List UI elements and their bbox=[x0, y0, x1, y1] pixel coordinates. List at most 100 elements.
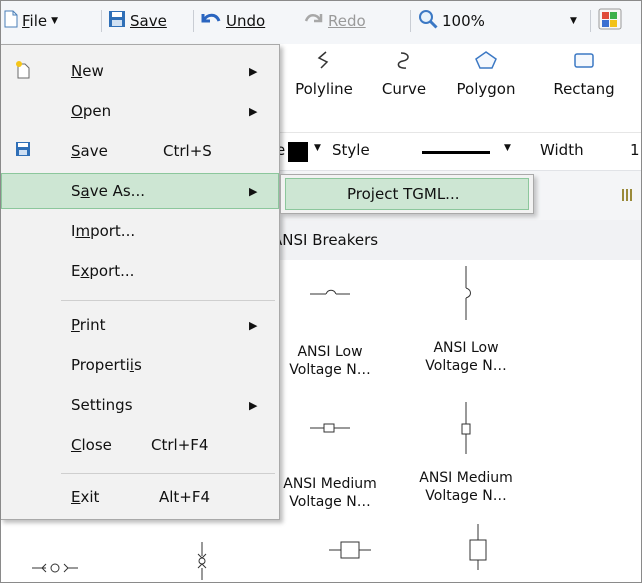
palette-symbol[interactable]: ANSI Low Voltage N… bbox=[406, 264, 526, 375]
style-dropdown-label[interactable]: Style bbox=[332, 141, 370, 159]
menu-item-label: Save As... bbox=[71, 182, 145, 200]
menu-item-label: Print bbox=[71, 316, 106, 334]
save-button-label: Save bbox=[130, 12, 167, 30]
menu-item-label: Export... bbox=[71, 262, 135, 280]
breaker-low-voltage-vertical-icon bbox=[465, 266, 471, 320]
symbol-label: ANSI Medium Voltage N… bbox=[419, 470, 513, 504]
redo-icon bbox=[304, 10, 324, 32]
polygon-icon bbox=[474, 51, 498, 74]
main-toolbar: File ▼ Save Undo Redo 100% ▼ bbox=[0, 0, 642, 45]
submenu-arrow-icon: ▶ bbox=[249, 64, 258, 78]
chevron-down-icon: ▼ bbox=[51, 16, 59, 26]
menu-item-label: Save bbox=[71, 142, 108, 160]
rectangle-label: Rectang bbox=[553, 80, 615, 98]
undo-button-label: Undo bbox=[226, 12, 266, 30]
menu-item-open[interactable]: Open ▶ bbox=[1, 93, 279, 129]
breaker-box-vertical-icon bbox=[469, 524, 487, 570]
style-row: e ▼ Style ▼ Width 1 bbox=[270, 132, 642, 171]
menu-item-save-as[interactable]: Save As... ▶ bbox=[1, 173, 279, 209]
width-value[interactable]: 1 bbox=[630, 141, 640, 159]
save-as-submenu: Project TGML... bbox=[280, 174, 534, 214]
fill-color-swatch[interactable] bbox=[288, 142, 308, 162]
symbol-label: ANSI Low Voltage N… bbox=[289, 344, 371, 378]
menu-item-print[interactable]: Print ▶ bbox=[1, 307, 279, 343]
palette-icon bbox=[598, 8, 622, 34]
palette-symbol[interactable]: ANSI Medium Voltage N… bbox=[270, 408, 390, 511]
chevron-down-icon[interactable]: ▼ bbox=[314, 143, 321, 153]
breaker-low-voltage-icon bbox=[310, 289, 350, 295]
polygon-label: Polygon bbox=[456, 80, 516, 98]
grip-icon bbox=[622, 189, 634, 201]
polygon-tool[interactable]: Polygon bbox=[446, 50, 526, 98]
menu-item-settings[interactable]: Settings ▶ bbox=[1, 387, 279, 423]
symbol-label: ANSI Low Voltage N… bbox=[425, 340, 507, 374]
document-icon bbox=[4, 10, 18, 32]
palette-symbol[interactable] bbox=[30, 554, 80, 586]
drawing-tools-row: Polyline Curve Polygon Rectang bbox=[280, 44, 642, 132]
menu-item-import[interactable]: Import... bbox=[1, 213, 279, 249]
palette-group-title: ANSI Breakers bbox=[272, 231, 379, 249]
redo-button-label: Redo bbox=[328, 12, 366, 30]
new-document-icon bbox=[15, 61, 31, 83]
save-button[interactable]: Save bbox=[108, 9, 167, 33]
menu-item-save[interactable]: Save Ctrl+S bbox=[1, 133, 279, 169]
curve-icon bbox=[394, 52, 414, 74]
menu-item-label: Exit bbox=[71, 488, 100, 506]
palette-symbol[interactable] bbox=[290, 530, 410, 575]
menu-item-project-tgml[interactable]: Project TGML... bbox=[285, 178, 529, 210]
menu-item-label: Project TGML... bbox=[347, 185, 460, 203]
palette-symbol[interactable]: ANSI Low Voltage N… bbox=[270, 274, 390, 379]
palette-symbol[interactable] bbox=[418, 522, 538, 577]
zoom-dropdown-arrow[interactable]: ▼ bbox=[570, 9, 577, 33]
floppy-disk-icon bbox=[15, 141, 31, 161]
menu-item-shortcut: Alt+F4 bbox=[159, 488, 211, 506]
file-menu-button[interactable]: File ▼ bbox=[4, 9, 58, 33]
chevron-down-icon: ▼ bbox=[570, 16, 577, 26]
menu-item-exit[interactable]: Exit Alt+F4 bbox=[1, 479, 279, 515]
menu-item-shortcut: Ctrl+F4 bbox=[151, 436, 209, 454]
menu-separator bbox=[61, 300, 275, 301]
curve-label: Curve bbox=[381, 80, 427, 98]
zoom-control[interactable]: 100% bbox=[418, 9, 485, 33]
menu-item-label: Settings bbox=[71, 396, 133, 414]
palette-symbol[interactable]: ANSI Medium Voltage N… bbox=[406, 400, 526, 505]
submenu-arrow-icon: ▶ bbox=[249, 104, 258, 118]
submenu-arrow-icon: ▶ bbox=[249, 184, 258, 198]
menu-item-label: Close bbox=[71, 436, 112, 454]
breaker-draw-out-vertical-icon bbox=[197, 542, 207, 580]
menu-item-export[interactable]: Export... bbox=[1, 253, 279, 289]
submenu-arrow-icon: ▶ bbox=[249, 398, 258, 412]
file-menu-dropdown: New ▶ Open ▶ Save Ctrl+S Save As... ▶ Im… bbox=[0, 44, 280, 520]
menu-item-label: Import... bbox=[71, 222, 136, 240]
color-picker-button[interactable] bbox=[598, 8, 622, 34]
menu-separator bbox=[61, 473, 275, 474]
rectangle-icon bbox=[572, 53, 596, 74]
polyline-tool[interactable]: Polyline bbox=[284, 50, 364, 98]
undo-icon bbox=[200, 10, 222, 32]
menu-item-properties[interactable]: Propertiis bbox=[1, 347, 279, 383]
menu-item-label: Propertiis bbox=[71, 356, 142, 374]
menu-item-close[interactable]: Close Ctrl+F4 bbox=[1, 427, 279, 463]
polyline-label: Polyline bbox=[295, 80, 353, 98]
breaker-draw-out-icon bbox=[32, 563, 78, 573]
width-label: Width bbox=[540, 141, 584, 159]
menu-item-label: Open bbox=[71, 102, 112, 120]
curve-tool[interactable]: Curve bbox=[364, 50, 444, 98]
palette-symbol[interactable] bbox=[192, 540, 212, 586]
breaker-box-icon bbox=[329, 541, 371, 559]
menu-item-new[interactable]: New ▶ bbox=[1, 53, 279, 89]
rectangle-tool[interactable]: Rectang bbox=[544, 50, 624, 98]
magnifier-icon bbox=[418, 9, 438, 33]
menu-item-shortcut: Ctrl+S bbox=[163, 142, 212, 160]
file-menu-label: File bbox=[22, 12, 48, 30]
undo-button[interactable]: Undo bbox=[200, 9, 265, 33]
submenu-arrow-icon: ▶ bbox=[249, 318, 258, 332]
polyline-icon bbox=[314, 51, 334, 74]
chevron-down-icon[interactable]: ▼ bbox=[504, 143, 511, 153]
palette-group-header[interactable]: ANSI Breakers bbox=[270, 220, 642, 261]
line-style-preview[interactable] bbox=[422, 151, 490, 154]
breaker-medium-voltage-icon bbox=[310, 423, 350, 433]
symbol-label: ANSI Medium Voltage N… bbox=[283, 476, 377, 510]
floppy-disk-icon bbox=[108, 10, 126, 32]
redo-button[interactable]: Redo bbox=[304, 9, 366, 33]
